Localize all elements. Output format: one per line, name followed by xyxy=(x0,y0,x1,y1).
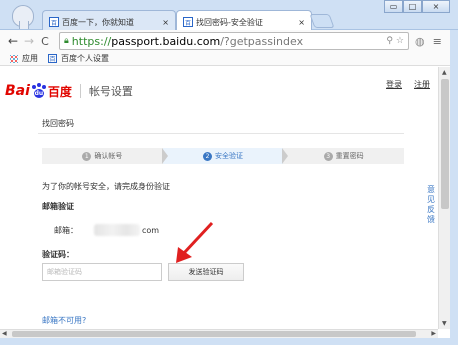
tab-baidu-home[interactable]: 百 百度一下，你就知道 × xyxy=(42,10,176,30)
email-label: 邮箱： xyxy=(54,225,78,235)
step-reset-password: 3 重置密码 xyxy=(283,148,405,164)
vertical-scrollbar[interactable]: ▲ ▼ xyxy=(438,67,450,329)
address-bar[interactable]: 🔒︎ https://passport.baidu.com/?getpassin… xyxy=(59,32,409,50)
scroll-left-icon[interactable]: ◀ xyxy=(2,330,7,337)
tab-title: 找回密码-安全验证 xyxy=(196,17,263,27)
baidu-logo[interactable]: Bai du 百度 xyxy=(5,83,72,100)
lock-icon: 🔒︎ xyxy=(64,36,69,46)
header-divider xyxy=(79,84,81,98)
annotation-arrow-icon xyxy=(176,221,214,263)
feedback-link[interactable]: 意见反馈 xyxy=(425,185,437,225)
new-tab-button[interactable] xyxy=(309,14,335,28)
step-number: 3 xyxy=(323,151,333,161)
zoom-icon[interactable]: ⚲ xyxy=(386,36,393,46)
email-row: 邮箱： com xyxy=(54,224,159,236)
close-window-button[interactable]: × xyxy=(422,0,450,13)
email-section-title: 邮箱验证 xyxy=(42,202,74,211)
scroll-right-icon[interactable]: ▶ xyxy=(431,330,436,337)
scroll-thumb[interactable] xyxy=(12,331,416,337)
menu-icon[interactable]: ≡ xyxy=(433,35,442,48)
step-label: 确认帐号 xyxy=(94,152,123,160)
minimize-button[interactable]: ▭ xyxy=(384,0,403,13)
section-title: 找回密码 xyxy=(42,119,74,128)
baidu-paw-icon: du xyxy=(31,83,47,99)
code-label: 验证码： xyxy=(42,250,74,259)
baidu-favicon-icon: 百 xyxy=(48,54,57,63)
logo-cn: 百度 xyxy=(47,84,72,99)
window-frame xyxy=(450,30,458,345)
url-scheme: https:// xyxy=(71,34,112,48)
step-number: 1 xyxy=(82,151,92,161)
step-confirm-account: 1 确认帐号 xyxy=(42,148,168,164)
url-host: passport.baidu.com xyxy=(111,34,221,48)
forward-arrow-icon[interactable]: → xyxy=(21,34,37,48)
scroll-thumb[interactable] xyxy=(441,79,449,209)
email-suffix: com xyxy=(142,225,160,235)
baidu-favicon-icon: 百 xyxy=(49,17,59,27)
bookmark-apps[interactable]: 应用 xyxy=(22,53,38,64)
horizontal-scrollbar[interactable]: ◀ ▶ xyxy=(0,329,438,338)
user-profile-icon[interactable] xyxy=(12,5,34,29)
step-label: 安全验证 xyxy=(215,152,243,160)
step-label: 重置密码 xyxy=(335,152,364,160)
verification-code-input[interactable]: 邮箱验证码 xyxy=(42,263,162,281)
window-frame xyxy=(0,338,458,345)
back-arrow-icon[interactable]: ← xyxy=(5,34,21,48)
tab-title: 百度一下，你就知道 xyxy=(62,17,134,27)
bookmark-baidu-settings[interactable]: 百度个人设置 xyxy=(61,53,109,64)
bookmarks-bar: 应用 百 百度个人设置 xyxy=(0,52,458,66)
step-separator xyxy=(282,148,289,164)
scroll-down-icon[interactable]: ▼ xyxy=(442,320,447,327)
email-unavailable-link[interactable]: 邮箱不可用? xyxy=(42,315,86,326)
baidu-favicon-icon: 百 xyxy=(183,17,193,27)
top-links: 登录 注册 xyxy=(386,79,430,90)
reload-icon[interactable]: C xyxy=(37,35,53,48)
extension-icon[interactable]: ◍ xyxy=(415,35,425,48)
tab-close-icon[interactable]: × xyxy=(298,18,305,27)
step-security-verify: 2 安全验证 xyxy=(162,148,289,164)
register-link[interactable]: 注册 xyxy=(414,79,430,90)
apps-grid-icon[interactable] xyxy=(10,54,18,63)
login-link[interactable]: 登录 xyxy=(386,79,402,90)
instruction-text: 为了你的帐号安全，请完成身份验证 xyxy=(42,182,170,191)
tab-find-password[interactable]: 百 找回密码-安全验证 × xyxy=(176,10,312,30)
tab-strip: 百 百度一下，你就知道 × 百 找回密码-安全验证 × ▭ □ × xyxy=(0,0,458,30)
progress-steps: 1 确认帐号 2 安全验证 3 重置密码 xyxy=(42,148,405,164)
window-controls: ▭ □ × xyxy=(384,0,450,13)
tab-close-icon[interactable]: × xyxy=(162,18,169,27)
send-code-button[interactable]: 发送验证码 xyxy=(168,263,244,281)
url-path: /?getpassindex xyxy=(220,34,304,48)
step-number: 2 xyxy=(203,151,212,161)
divider xyxy=(38,133,404,134)
email-redacted xyxy=(94,224,140,236)
page-header: Bai du 百度 帐号设置 xyxy=(5,80,133,102)
browser-toolbar: ← → C 🔒︎ https://passport.baidu.com/?get… xyxy=(0,30,458,52)
logo-bai: Bai xyxy=(5,83,30,99)
browser-window: 百 百度一下，你就知道 × 百 找回密码-安全验证 × ▭ □ × ← → C … xyxy=(0,0,458,345)
scroll-up-icon[interactable]: ▲ xyxy=(442,69,447,76)
step-separator xyxy=(161,148,168,164)
page-title: 帐号设置 xyxy=(88,85,133,98)
bookmark-star-icon[interactable]: ☆ xyxy=(396,36,404,46)
maximize-button[interactable]: □ xyxy=(403,0,422,13)
page-content: 登录 注册 Bai du 百度 帐号设置 找回密码 1 确认帐号 2 安全验证 … xyxy=(0,67,438,337)
